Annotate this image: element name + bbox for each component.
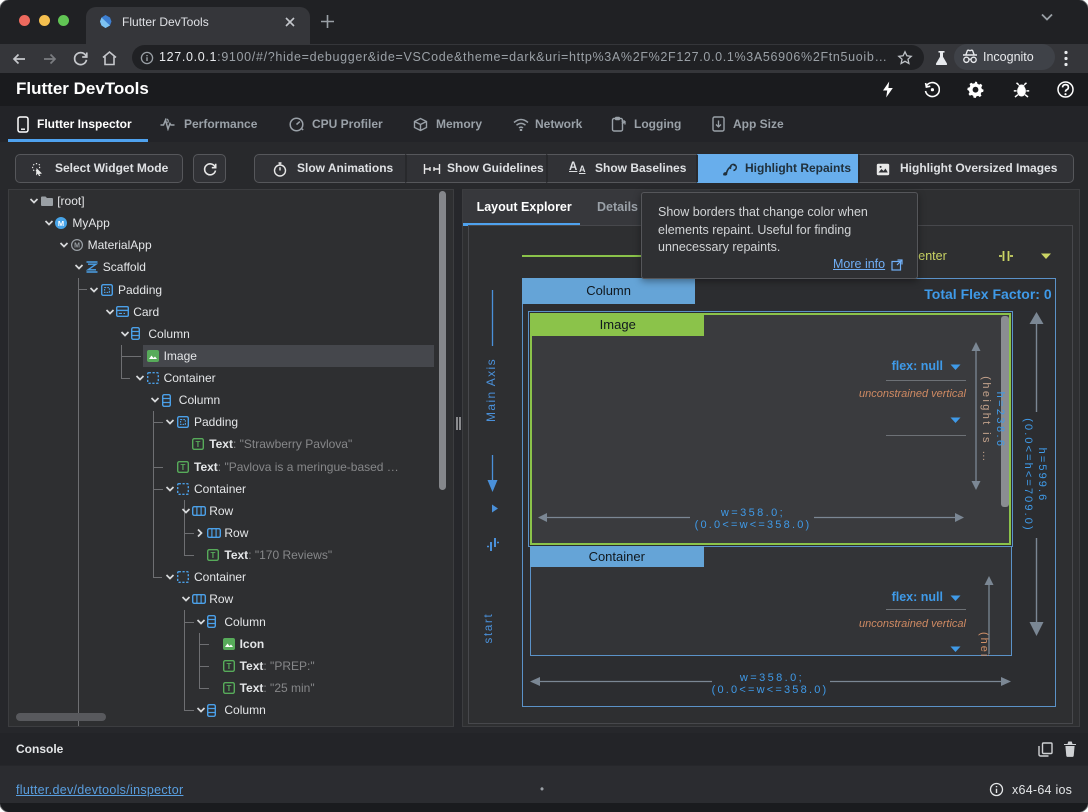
svg-text:T: T <box>226 684 231 693</box>
svg-text:M: M <box>74 243 80 250</box>
svg-text:T: T <box>226 662 231 671</box>
svg-text:T: T <box>181 463 186 472</box>
svg-text:T: T <box>196 440 201 449</box>
svg-text:M: M <box>58 219 64 228</box>
svg-text:T: T <box>211 551 216 560</box>
